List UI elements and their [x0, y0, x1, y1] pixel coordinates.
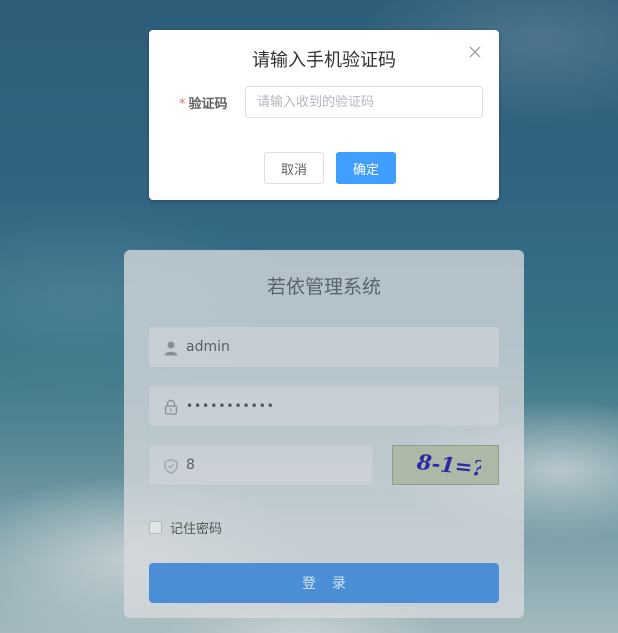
password-value: ••••••••••• [186, 399, 275, 413]
login-button[interactable]: 登 录 [149, 563, 499, 603]
captcha-image[interactable]: 8-1=? [392, 445, 499, 485]
sms-code-dialog: 请输入手机验证码 *验证码 取消 确定 [149, 30, 499, 200]
login-panel: 若依管理系统 admin ••••••••••• 8 8-1=? 记住密码 登 … [124, 250, 524, 618]
captcha-field[interactable]: 8 [149, 445, 373, 485]
user-icon [164, 341, 178, 356]
login-title: 若依管理系统 [266, 277, 381, 298]
confirm-button[interactable]: 确定 [336, 152, 396, 184]
password-field[interactable]: ••••••••••• [149, 386, 499, 426]
close-icon[interactable] [469, 46, 481, 58]
dialog-footer: 取消 确定 [149, 152, 499, 184]
sms-code-label-text: 验证码 [188, 97, 228, 112]
shield-icon [164, 458, 178, 474]
sms-code-label: * 验证码 [179, 93, 228, 112]
captcha-text: 8-1=? [414, 450, 480, 480]
remember-checkbox[interactable] [149, 521, 162, 534]
username-value: admin [186, 339, 230, 355]
lock-icon [164, 399, 178, 415]
cancel-button[interactable]: 取消 [264, 152, 324, 184]
username-field[interactable]: admin [149, 327, 499, 367]
captcha-value: 8 [186, 457, 195, 473]
required-mark: * [179, 97, 186, 112]
remember-password[interactable]: 记住密码 [149, 518, 499, 537]
svg-text:8-1=?: 8-1=? [414, 450, 480, 480]
dialog-title: 请输入手机验证码 [252, 50, 396, 71]
remember-label: 记住密码 [170, 522, 223, 537]
sms-code-input[interactable] [245, 86, 483, 118]
sms-code-form-item: * 验证码 [149, 86, 499, 118]
